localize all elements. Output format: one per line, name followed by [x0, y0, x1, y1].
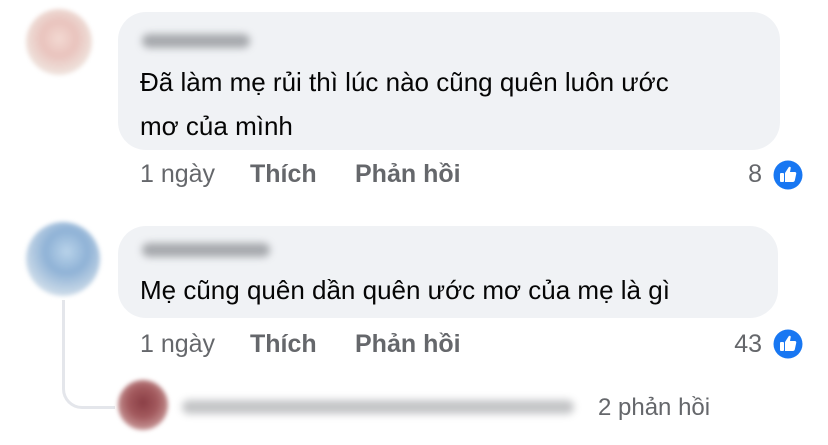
- comment-text-line: Đã làm mẹ rủi thì lúc nào cũng quên luôn…: [140, 67, 669, 97]
- like-thumb-icon[interactable]: [771, 158, 805, 192]
- commenter-avatar[interactable]: [26, 222, 100, 296]
- reaction-count[interactable]: 43: [734, 330, 762, 359]
- reply-button[interactable]: Phản hồi: [355, 160, 461, 189]
- comment-text-line: mơ của mình: [140, 111, 293, 141]
- commenter-name-blurred[interactable]: [142, 34, 250, 48]
- reply-preview-blurred[interactable]: [182, 400, 574, 414]
- like-thumb-icon[interactable]: [771, 327, 805, 361]
- commenter-name-blurred[interactable]: [142, 243, 270, 257]
- comment-text: Mẹ cũng quên dần quên ước mơ của mẹ là g…: [140, 268, 670, 312]
- view-replies-link[interactable]: 2 phản hồi: [598, 394, 710, 422]
- reply-button[interactable]: Phản hồi: [355, 330, 461, 359]
- like-button[interactable]: Thích: [250, 330, 317, 359]
- like-button[interactable]: Thích: [250, 160, 317, 189]
- reply-author-avatar[interactable]: [118, 380, 168, 430]
- comment-timestamp[interactable]: 1 ngày: [140, 330, 215, 359]
- commenter-avatar[interactable]: [26, 9, 92, 75]
- reply-thread-line: [62, 300, 115, 409]
- reaction-count[interactable]: 8: [748, 160, 762, 189]
- comment-text-line: Mẹ cũng quên dần quên ước mơ của mẹ là g…: [140, 275, 670, 305]
- comment-text: Đã làm mẹ rủi thì lúc nào cũng quên luôn…: [140, 60, 669, 148]
- comment-timestamp[interactable]: 1 ngày: [140, 160, 215, 189]
